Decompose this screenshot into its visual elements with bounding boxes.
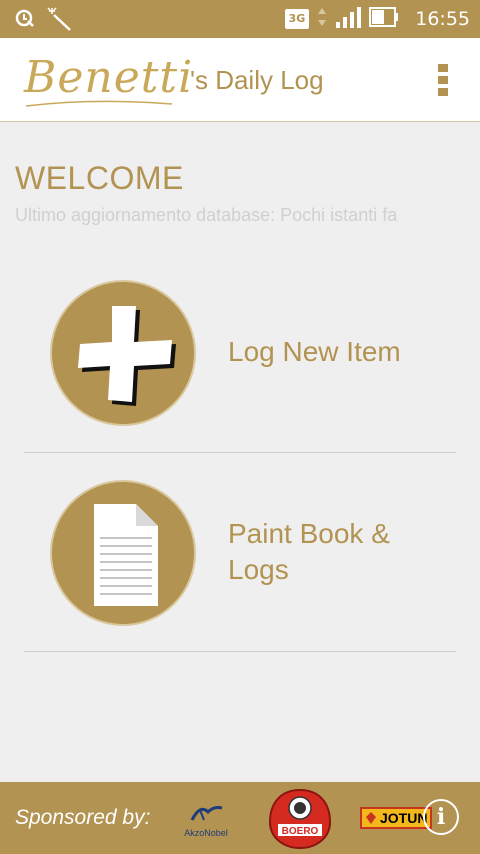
data-saver-icon (14, 7, 36, 35)
logo-swoosh (25, 100, 173, 107)
svg-text:BOERO: BOERO (282, 826, 319, 837)
welcome-heading: WELCOME (15, 160, 184, 196)
log-new-item-label: Log New Item (228, 336, 401, 367)
last-update-text: Ultimo aggiornamento database: Pochi ist… (15, 205, 398, 225)
info-icon[interactable]: i (423, 799, 459, 835)
overflow-menu-icon[interactable] (436, 64, 450, 96)
data-arrows-icon (317, 7, 327, 31)
plus-icon (78, 306, 176, 406)
akzonobel-logo[interactable]: AkzoNobel (176, 802, 236, 838)
battery-icon (369, 6, 399, 32)
plus-circle (50, 280, 196, 426)
app-bar: Benetti 's Daily Log (0, 38, 480, 122)
divider (24, 651, 456, 652)
boero-logo[interactable]: BOERO (266, 788, 334, 850)
log-new-item-button[interactable]: Log New Item (0, 278, 480, 428)
status-bar: 3G 16:55 (0, 0, 480, 38)
benetti-logo: Benetti (24, 52, 194, 103)
document-circle (50, 480, 196, 626)
magic-wand-icon (46, 7, 72, 35)
sponsor-footer: Sponsored by: AkzoNobel BOERO JOTUN i (0, 782, 480, 854)
document-icon (94, 504, 158, 606)
app-title: 's Daily Log (190, 65, 324, 95)
paint-book-logs-label: Paint Book & Logs (228, 518, 390, 585)
paint-book-logs-button[interactable]: Paint Book & Logs (0, 478, 480, 628)
network-type-badge: 3G (284, 9, 310, 29)
jotun-logo[interactable]: JOTUN (360, 807, 432, 829)
clock: 16:55 (415, 8, 470, 30)
divider (24, 452, 456, 453)
signal-icon (335, 6, 362, 32)
sponsored-label: Sponsored by: (15, 806, 151, 829)
